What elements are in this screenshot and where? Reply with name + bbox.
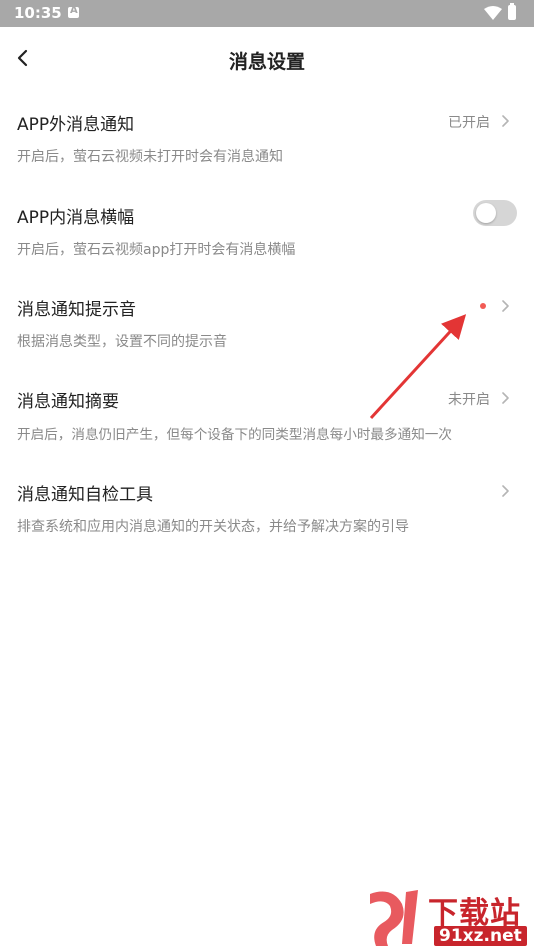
setting-description: 开启后，萤石云视频app打开时会有消息横幅 <box>17 242 296 258</box>
banner-toggle-switch[interactable] <box>473 200 517 226</box>
setting-description: 根据消息类型，设置不同的提示音 <box>17 334 227 350</box>
setting-description: 排查系统和应用内消息通知的开关状态，并给予解决方案的引导 <box>17 519 409 535</box>
status-time: 10:35 <box>14 4 62 22</box>
setting-row-app-inside-banner: APP内消息横幅 开启后，萤石云视频app打开时会有消息横幅 <box>0 200 534 293</box>
red-dot-badge <box>480 303 486 309</box>
chevron-right-icon <box>502 485 509 497</box>
setting-title: 消息通知摘要 <box>17 392 119 412</box>
watermark-logo-icon <box>370 890 418 946</box>
chevron-right-icon <box>502 392 509 404</box>
setting-row-notification-sound[interactable]: 消息通知提示音 根据消息类型，设置不同的提示音 <box>0 295 534 385</box>
chevron-right-icon <box>502 115 509 127</box>
setting-title: APP外消息通知 <box>17 115 135 135</box>
setting-status-value: 未开启 <box>448 392 490 408</box>
watermark: 下载站 91xz.net <box>362 886 532 948</box>
setting-row-self-check-tool[interactable]: 消息通知自检工具 排查系统和应用内消息通知的开关状态，并给予解决方案的引导 <box>0 480 534 570</box>
setting-description: 开启后，萤石云视频未打开时会有消息通知 <box>17 149 283 165</box>
setting-title: 消息通知自检工具 <box>17 485 153 505</box>
header: 消息设置 <box>0 27 534 91</box>
setting-row-app-outside-notification[interactable]: APP外消息通知 已开启 开启后，萤石云视频未打开时会有消息通知 <box>0 110 534 200</box>
status-bar: 10:35 <box>0 0 534 27</box>
wifi-icon <box>484 6 502 20</box>
a-notification-icon <box>68 5 79 18</box>
watermark-url: 91xz.net <box>434 926 527 946</box>
battery-icon <box>508 3 516 20</box>
setting-title: APP内消息横幅 <box>17 208 135 228</box>
toggle-knob <box>476 203 496 223</box>
page-title: 消息设置 <box>228 51 305 73</box>
setting-status-value: 已开启 <box>448 115 490 131</box>
setting-description: 开启后，消息仍旧产生，但每个设备下的同类型消息每小时最多通知一次 <box>17 427 452 443</box>
setting-title: 消息通知提示音 <box>17 300 136 320</box>
chevron-right-icon <box>502 300 509 312</box>
setting-row-notification-summary[interactable]: 消息通知摘要 未开启 开启后，消息仍旧产生，但每个设备下的同类型消息每小时最多通… <box>0 387 534 477</box>
